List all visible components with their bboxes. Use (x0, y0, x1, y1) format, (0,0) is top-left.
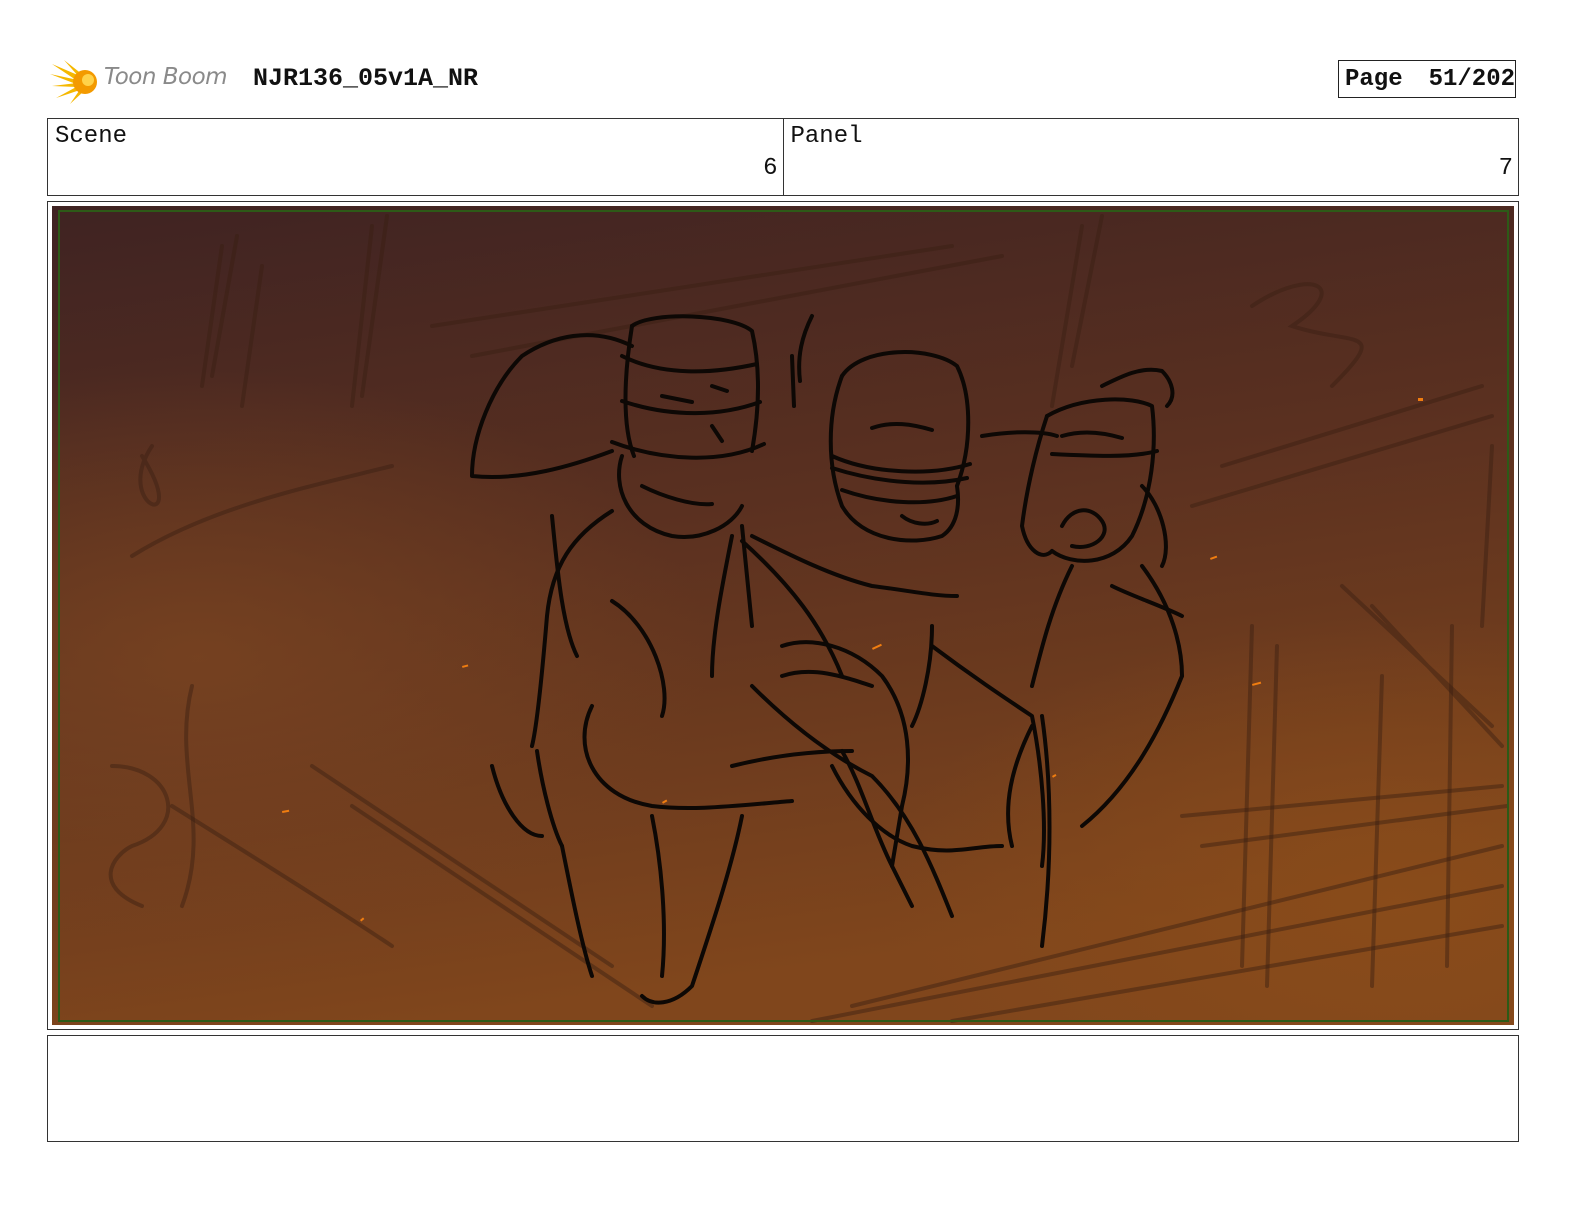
panel-cell: Panel 7 (782, 119, 1519, 195)
scene-number: 6 (763, 155, 778, 182)
scene-cell: Scene 6 (48, 119, 783, 195)
document-title: NJR136_05v1A_NR (253, 64, 479, 93)
page-number: 51/202 (1428, 65, 1515, 93)
page-indicator: Page 51/202 (1338, 60, 1516, 98)
panel-number: 7 (1498, 155, 1513, 182)
logo-wordmark: Toon Boom (104, 64, 228, 90)
scene-label: Scene (55, 123, 128, 150)
starburst-icon (50, 60, 97, 104)
toon-boom-logo: Toon Boom (50, 56, 240, 106)
storyboard-panel (47, 201, 1519, 1030)
panel-notes (47, 1035, 1519, 1142)
storyboard-sketch-image (52, 206, 1514, 1025)
scene-panel-info: Scene 6 Panel 7 (47, 118, 1519, 196)
panel-label: Panel (790, 123, 863, 150)
page-label: Page (1345, 65, 1403, 93)
